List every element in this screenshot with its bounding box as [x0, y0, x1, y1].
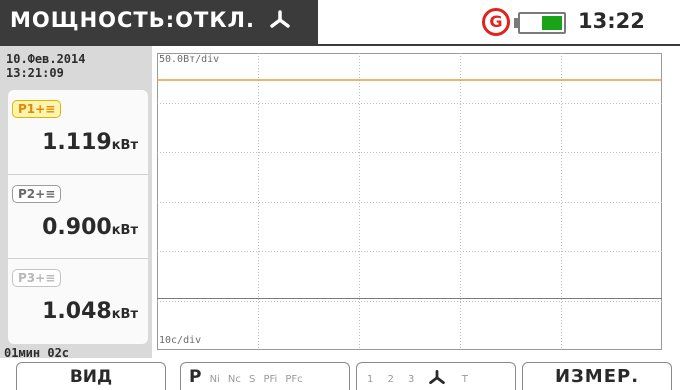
channel-p3[interactable]: P3+≡ 1.048кВт — [8, 258, 148, 342]
three-phase-star-icon — [428, 367, 452, 388]
channel-p1[interactable]: P1+≡ 1.119кВт — [8, 90, 148, 174]
three-phase-star-icon — [269, 9, 291, 34]
time-text: 13:21:09 — [6, 66, 64, 80]
channel-p1-value: 1.119 — [42, 130, 112, 155]
battery-icon — [514, 12, 566, 34]
y-scale-label: 50.0Вт/div — [159, 54, 220, 65]
channel-p3-reading: 1.048кВт — [42, 299, 138, 324]
timestamp: 10.Фев.2014 13:21:09 — [6, 52, 85, 80]
x-scale-label: 10с/div — [159, 335, 202, 346]
function-key-bar: ВИД P Ni Nc S PFi PFc 1 2 3 T ИЗМЕР. — [0, 358, 680, 390]
view-button[interactable]: ВИД — [16, 362, 166, 390]
phase-option: 2 — [387, 374, 394, 385]
channel-p3-unit: кВт — [111, 307, 138, 322]
generator-icon: G — [482, 8, 510, 36]
channel-p1-unit: кВт — [111, 138, 138, 153]
channel-p1-label: P1+≡ — [12, 100, 62, 118]
channel-p1-reading: 1.119кВт — [42, 130, 138, 155]
page-title: МОЩНОСТЬ:ОТКЛ. — [10, 8, 291, 34]
phase-option-total: T — [461, 374, 468, 385]
channel-p3-label: P3+≡ — [12, 269, 62, 287]
channel-p2-reading: 0.900кВт — [42, 215, 138, 240]
phase-selector-button[interactable]: 1 2 3 T — [356, 362, 516, 390]
clock: 13:22 — [578, 9, 645, 33]
phase-option: 1 — [367, 374, 374, 385]
param-option: Ni — [209, 374, 220, 385]
status-header: МОЩНОСТЬ:ОТКЛ. G 13:22 — [0, 0, 680, 52]
parameter-selector-button[interactable]: P Ni Nc S PFi PFc — [180, 362, 350, 390]
battery-level-fill — [542, 16, 562, 30]
channel-p2[interactable]: P2+≡ 0.900кВт — [8, 174, 148, 258]
title-bar: МОЩНОСТЬ:ОТКЛ. — [0, 0, 318, 44]
param-selected-label: P — [189, 367, 202, 387]
param-option: PFi — [263, 374, 278, 385]
values-panel: 10.Фев.2014 13:21:09 P1+≡ 1.119кВт P2+≡ … — [0, 46, 152, 360]
phase-option: 3 — [407, 374, 415, 385]
channel-p2-unit: кВт — [111, 223, 138, 238]
param-option: S — [249, 374, 256, 385]
plot-frame — [157, 53, 662, 350]
channel-p2-value: 0.900 — [42, 215, 112, 240]
date-text: 10.Фев.2014 — [6, 52, 86, 66]
channel-p2-label: P2+≡ — [12, 185, 62, 203]
power-trend-plot — [157, 53, 662, 350]
channel-p3-value: 1.048 — [42, 299, 112, 324]
channel-values-card: P1+≡ 1.119кВт P2+≡ 0.900кВт P3+≡ 1.048кВ… — [8, 90, 148, 344]
measure-button[interactable]: ИЗМЕР. — [522, 362, 672, 390]
param-option: PFc — [285, 374, 303, 385]
param-option: Nc — [227, 374, 241, 385]
page-title-text: МОЩНОСТЬ:ОТКЛ. — [10, 8, 255, 32]
